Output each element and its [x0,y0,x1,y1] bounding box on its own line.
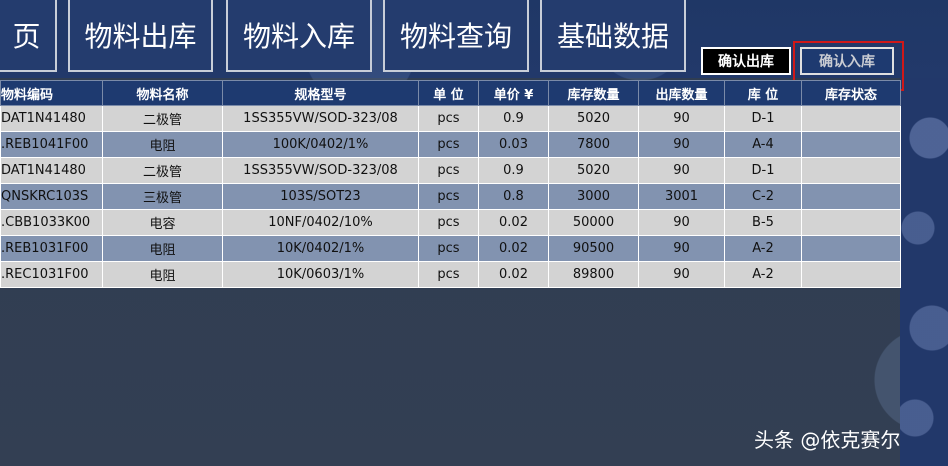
cell-price[interactable]: 0.9 [478,105,549,132]
cell-material-code[interactable]: .REB1041F00 [0,131,103,158]
cell-unit[interactable]: pcs [418,209,479,236]
nav-base-data-button[interactable]: 基础数据 [540,0,686,72]
cell-spec[interactable]: 10K/0603/1% [222,261,419,288]
cell-spec[interactable]: 10NF/0402/10% [222,209,419,236]
cell-price[interactable]: 0.9 [478,157,549,184]
cell-material-name[interactable]: 三极管 [102,183,223,210]
cell-stock-status[interactable] [801,235,901,262]
cell-location[interactable]: D-1 [724,105,802,132]
cell-location[interactable]: C-2 [724,183,802,210]
table-row[interactable]: .REC1031F00 电阻 10K/0603/1% pcs 0.02 8980… [0,261,901,288]
table-row[interactable]: .REB1031F00 电阻 10K/0402/1% pcs 0.02 9050… [0,235,901,262]
confirm-in-button[interactable]: 确认入库 [800,47,894,75]
inventory-table: 物料编码 物料名称 规格型号 单 位 单价 ¥ 库存数量 出库数量 库 位 库存… [0,80,901,288]
cell-stock-qty[interactable]: 89800 [548,261,639,288]
table-row[interactable]: DAT1N41480 二极管 1SS355VW/SOD-323/08 pcs 0… [0,157,901,184]
cell-price[interactable]: 0.03 [478,131,549,158]
cell-stock-status[interactable] [801,183,901,210]
column-header-location[interactable]: 库 位 [724,80,802,106]
nav-home-button[interactable]: 页 [0,0,57,72]
cell-stock-status[interactable] [801,105,901,132]
column-header-price[interactable]: 单价 ¥ [478,80,549,106]
cell-out-qty[interactable]: 90 [638,105,725,132]
cell-material-code[interactable]: .REC1031F00 [0,261,103,288]
cell-stock-status[interactable] [801,131,901,158]
cell-out-qty[interactable]: 90 [638,235,725,262]
cell-stock-status[interactable] [801,261,901,288]
cell-price[interactable]: 0.8 [478,183,549,210]
nav-material-out-button[interactable]: 物料出库 [68,0,213,72]
cell-stock-qty[interactable]: 5020 [548,105,639,132]
cell-material-code[interactable]: DAT1N41480 [0,157,103,184]
cell-spec[interactable]: 1SS355VW/SOD-323/08 [222,105,419,132]
cell-location[interactable]: A-4 [724,131,802,158]
cell-location[interactable]: D-1 [724,157,802,184]
cell-stock-status[interactable] [801,209,901,236]
cell-out-qty[interactable]: 90 [638,209,725,236]
cell-material-code[interactable]: .CBB1033K00 [0,209,103,236]
column-header-out-qty[interactable]: 出库数量 [638,80,725,106]
cell-unit[interactable]: pcs [418,131,479,158]
cell-material-name[interactable]: 电阻 [102,261,223,288]
cell-unit[interactable]: pcs [418,235,479,262]
cell-price[interactable]: 0.02 [478,261,549,288]
cell-stock-qty[interactable]: 5020 [548,157,639,184]
cell-unit[interactable]: pcs [418,157,479,184]
cell-spec[interactable]: 100K/0402/1% [222,131,419,158]
cell-material-name[interactable]: 电阻 [102,235,223,262]
nav-material-in-button[interactable]: 物料入库 [226,0,372,72]
table-row[interactable]: DAT1N41480 二极管 1SS355VW/SOD-323/08 pcs 0… [0,105,901,132]
cell-location[interactable]: B-5 [724,209,802,236]
cell-material-name[interactable]: 电阻 [102,131,223,158]
cell-out-qty[interactable]: 3001 [638,183,725,210]
cell-stock-qty[interactable]: 50000 [548,209,639,236]
table-row[interactable]: .CBB1033K00 电容 10NF/0402/10% pcs 0.02 50… [0,209,901,236]
confirm-out-button[interactable]: 确认出库 [701,47,791,75]
cell-material-name[interactable]: 电容 [102,209,223,236]
cell-stock-qty[interactable]: 7800 [548,131,639,158]
cell-material-code[interactable]: DAT1N41480 [0,105,103,132]
watermark-text: 头条 @依克赛尔 [754,428,901,452]
table-header-row: 物料编码 物料名称 规格型号 单 位 单价 ¥ 库存数量 出库数量 库 位 库存… [0,80,901,106]
cell-out-qty[interactable]: 90 [638,261,725,288]
cell-material-code[interactable]: QNSKRC103S [0,183,103,210]
cell-material-code[interactable]: .REB1031F00 [0,235,103,262]
column-header-material-name[interactable]: 物料名称 [102,80,223,106]
column-header-spec[interactable]: 规格型号 [222,80,419,106]
cell-location[interactable]: A-2 [724,235,802,262]
cell-material-name[interactable]: 二极管 [102,105,223,132]
nav-material-query-button[interactable]: 物料查询 [383,0,529,72]
cell-unit[interactable]: pcs [418,261,479,288]
cell-stock-qty[interactable]: 90500 [548,235,639,262]
cell-unit[interactable]: pcs [418,183,479,210]
cell-price[interactable]: 0.02 [478,235,549,262]
column-header-stock-status[interactable]: 库存状态 [801,80,901,106]
cell-stock-qty[interactable]: 3000 [548,183,639,210]
cell-out-qty[interactable]: 90 [638,131,725,158]
cell-unit[interactable]: pcs [418,105,479,132]
cell-stock-status[interactable] [801,157,901,184]
column-header-material-code[interactable]: 物料编码 [0,80,103,106]
cell-spec[interactable]: 1SS355VW/SOD-323/08 [222,157,419,184]
cell-spec[interactable]: 10K/0402/1% [222,235,419,262]
cell-spec[interactable]: 103S/SOT23 [222,183,419,210]
cell-location[interactable]: A-2 [724,261,802,288]
table-row[interactable]: QNSKRC103S 三极管 103S/SOT23 pcs 0.8 3000 3… [0,183,901,210]
cell-price[interactable]: 0.02 [478,209,549,236]
column-header-stock-qty[interactable]: 库存数量 [548,80,639,106]
table-row[interactable]: .REB1041F00 电阻 100K/0402/1% pcs 0.03 780… [0,131,901,158]
column-header-unit[interactable]: 单 位 [418,80,479,106]
cell-out-qty[interactable]: 90 [638,157,725,184]
cell-material-name[interactable]: 二极管 [102,157,223,184]
decorative-side-panel [900,78,948,466]
